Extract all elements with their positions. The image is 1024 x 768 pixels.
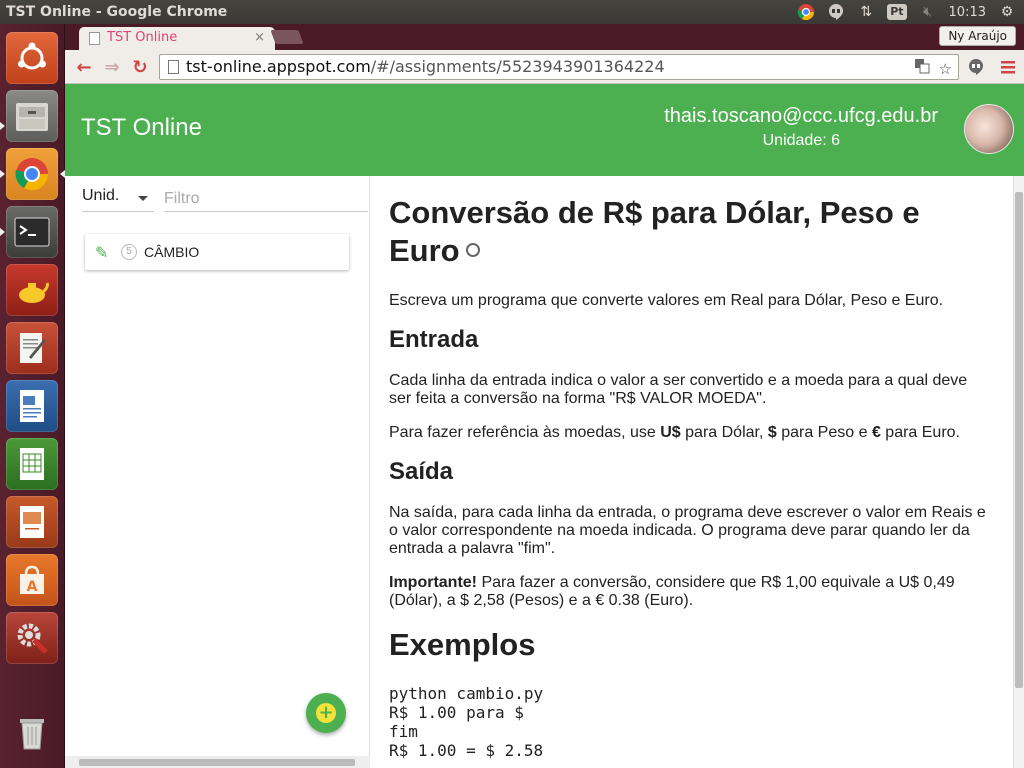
code-line: fim xyxy=(389,722,418,741)
app-title[interactable]: TST Online xyxy=(81,114,202,142)
code-line: R$ 1.00 para $ xyxy=(389,703,524,722)
page-info-icon[interactable] xyxy=(168,60,179,74)
text-span: Para fazer referência às moedas, use xyxy=(389,424,661,441)
unit-select-value: Unid. xyxy=(82,187,120,204)
back-arrow-icon[interactable]: ← xyxy=(73,56,95,78)
currency-dollar: U$ xyxy=(660,424,681,441)
output-heading: Saída xyxy=(389,458,454,485)
assignment-content: Conversão de R$ para Dólar, Peso e Euro … xyxy=(371,176,1013,768)
user-unit: Unidade: 6 xyxy=(762,132,840,149)
chevron-down-icon xyxy=(138,196,148,201)
new-tab-button[interactable] xyxy=(270,30,304,44)
scrollbar-thumb[interactable] xyxy=(1015,192,1023,688)
important-label: Importante! xyxy=(389,574,477,591)
assignment-title-text: Conversão de R$ para Dólar, Peso e Euro xyxy=(389,195,920,268)
chrome-icon[interactable] xyxy=(6,148,58,200)
network-icon[interactable]: ⇅ xyxy=(857,3,875,21)
running-indicator xyxy=(0,228,5,236)
assignment-number: 5 xyxy=(121,244,137,260)
horizontal-scrollbar[interactable] xyxy=(65,756,370,768)
running-indicator xyxy=(0,170,5,178)
examples-heading: Exemplos xyxy=(389,627,536,662)
code-line: python cambio.py xyxy=(389,684,544,703)
input-paragraph-2: Para fazer referência às moedas, use U$ … xyxy=(389,424,989,442)
tab-close-icon[interactable]: × xyxy=(254,27,265,49)
important-paragraph: Importante! Para fazer a conversão, cons… xyxy=(389,574,989,610)
input-paragraph-1: Cada linha da entrada indica o valor a s… xyxy=(389,372,968,407)
assignment-intro: Escreva um programa que converte valores… xyxy=(389,292,944,309)
web-page: TST Online thais.toscano@ccc.ufcg.edu.br… xyxy=(65,84,1024,768)
example-code: python cambio.py R$ 1.00 para $ fim R$ 1… xyxy=(389,684,1013,760)
hangouts-tray-icon[interactable] xyxy=(827,3,845,21)
scrollbar-thumb[interactable] xyxy=(79,759,355,766)
vertical-scrollbar[interactable] xyxy=(1013,176,1024,768)
list-item[interactable]: ✎ 5 CÂMBIO xyxy=(85,234,349,270)
forward-arrow-icon[interactable]: ⇒ xyxy=(101,56,123,78)
impress-icon[interactable] xyxy=(6,496,58,548)
reload-icon[interactable]: ↻ xyxy=(129,56,151,78)
keyboard-layout-indicator[interactable]: Pt xyxy=(887,4,907,20)
currency-euro: € xyxy=(871,424,881,441)
assignment-title: Conversão de R$ para Dólar, Peso e Euro xyxy=(389,194,979,270)
text-editor-icon[interactable] xyxy=(6,322,58,374)
tab-tst-online[interactable]: TST Online × xyxy=(79,27,275,50)
text-span: para Peso e xyxy=(776,424,872,441)
profile-button[interactable]: Ny Araújo xyxy=(939,26,1016,46)
user-email: thais.toscano@ccc.ufcg.edu.br xyxy=(664,105,938,127)
system-settings-icon[interactable] xyxy=(6,612,58,664)
chrome-tray-icon[interactable] xyxy=(797,3,815,21)
browser-toolbar: ← ⇒ ↻ tst-online.appspot.com/#/assignmen… xyxy=(65,50,1024,84)
tab-title: TST Online xyxy=(107,30,178,45)
system-tray: ⇅ Pt 🔇︎ 10:13 ⚙ xyxy=(797,0,1024,24)
filter-input[interactable] xyxy=(164,187,368,212)
input-heading: Entrada xyxy=(389,326,479,353)
plus-icon: + xyxy=(316,703,336,723)
window-title: TST Online - Google Chrome xyxy=(6,4,228,20)
pencil-icon: ✎ xyxy=(95,245,109,262)
files-icon[interactable] xyxy=(6,90,58,142)
clock[interactable]: 10:13 xyxy=(949,5,986,20)
avatar[interactable] xyxy=(964,104,1014,154)
volume-icon[interactable]: 🔇︎ xyxy=(919,3,937,21)
page-favicon-icon xyxy=(89,32,100,45)
clock-icon xyxy=(465,242,480,257)
tab-strip: TST Online × Ny Araújo xyxy=(65,24,1024,50)
menu-icon[interactable] xyxy=(997,56,1019,78)
running-indicator xyxy=(0,122,5,130)
calc-icon[interactable] xyxy=(6,438,58,490)
browser-window: TST Online × Ny Araújo ← ⇒ ↻ tst-online.… xyxy=(65,24,1024,768)
assignment-name: CÂMBIO xyxy=(144,244,200,260)
ubuntu-dash-icon[interactable] xyxy=(6,32,58,84)
terminal-icon[interactable] xyxy=(6,206,58,258)
url-path: /#/assignments/5523943901364224 xyxy=(370,57,665,76)
text-span: para Euro. xyxy=(880,424,960,441)
translate-icon[interactable] xyxy=(914,57,930,81)
writer-icon[interactable] xyxy=(6,380,58,432)
text-span: para Dólar, xyxy=(680,424,768,441)
output-paragraph-1: Na saída, para cada linha da entrada, o … xyxy=(389,504,986,557)
address-bar[interactable]: tst-online.appspot.com/#/assignments/552… xyxy=(159,54,959,80)
app-header: TST Online thais.toscano@ccc.ufcg.edu.br… xyxy=(65,84,1024,176)
unit-select[interactable]: Unid. xyxy=(82,187,154,212)
genie-icon[interactable] xyxy=(6,264,58,316)
svg-text:A: A xyxy=(27,579,38,595)
bookmark-star-icon[interactable]: ☆ xyxy=(939,57,952,81)
trash-icon[interactable] xyxy=(6,706,58,758)
hangouts-extension-icon[interactable] xyxy=(965,56,987,78)
launcher: A xyxy=(0,24,65,768)
software-center-icon[interactable]: A xyxy=(6,554,58,606)
top-panel: TST Online - Google Chrome ⇅ Pt 🔇︎ 10:13… xyxy=(0,0,1024,24)
gear-icon[interactable]: ⚙ xyxy=(998,3,1016,21)
url-host: tst-online.appspot.com xyxy=(186,57,371,76)
assignments-sidebar: Unid. ✎ 5 CÂMBIO + xyxy=(65,176,370,768)
code-line: R$ 1.00 = $ 2.58 xyxy=(389,741,544,760)
add-assignment-button[interactable]: + xyxy=(306,693,346,733)
currency-peso: $ xyxy=(767,424,777,441)
